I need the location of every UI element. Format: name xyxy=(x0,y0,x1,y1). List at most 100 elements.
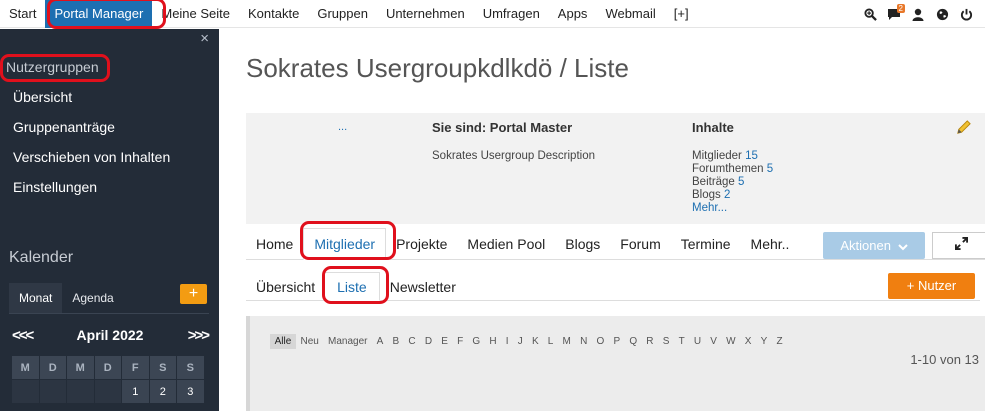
stat-value[interactable]: 2 xyxy=(724,189,730,201)
globe-icon[interactable] xyxy=(931,3,953,25)
nav-webmail[interactable]: Webmail xyxy=(596,0,664,28)
letter-filter-item[interactable]: W xyxy=(722,334,741,349)
letter-filter-item[interactable]: V xyxy=(706,334,722,349)
calendar-day[interactable]: 3 xyxy=(177,380,205,404)
user-icon[interactable] xyxy=(907,3,929,25)
calendar-grid: M D M D F S S 1 2 3 xyxy=(12,356,205,404)
pencil-icon[interactable] xyxy=(955,119,972,141)
letter-filter-item[interactable]: C xyxy=(404,334,420,349)
sidebar-item-verschieben[interactable]: Verschieben von Inhalten xyxy=(13,147,170,177)
letter-filter-item[interactable]: Manager xyxy=(323,334,372,349)
letter-filter-item[interactable]: Alle xyxy=(270,334,296,349)
letter-filter-item[interactable]: U xyxy=(689,334,705,349)
weekday-header: S xyxy=(177,356,205,380)
nav-start[interactable]: Start xyxy=(0,0,45,28)
calendar-divider xyxy=(9,313,209,314)
tab-mehr[interactable]: Mehr.. xyxy=(741,229,800,260)
tab-forum[interactable]: Forum xyxy=(610,229,670,260)
subtab-newsletter[interactable]: Newsletter xyxy=(380,273,465,301)
letter-filter: Alle Neu Manager A B C D E F G H I J K L M N O P Q R S T U V W X Y Z xyxy=(270,334,787,349)
add-user-button[interactable]: + Nutzer xyxy=(888,273,975,299)
letter-filter-item[interactable]: J xyxy=(513,334,527,349)
add-event-button[interactable]: + xyxy=(180,284,207,304)
nav-more[interactable]: [+] xyxy=(665,0,698,28)
letter-filter-item[interactable]: P xyxy=(609,334,625,349)
letter-filter-item[interactable]: D xyxy=(420,334,436,349)
letter-filter-item[interactable]: K xyxy=(527,334,543,349)
sidebar-item-gruppenantraege[interactable]: Gruppenanträge xyxy=(13,117,170,147)
nav-kontakte[interactable]: Kontakte xyxy=(239,0,308,28)
prev-month-icon[interactable]: <<< xyxy=(12,327,34,344)
pagination-info: 1-10 von 13 xyxy=(910,352,979,367)
expand-button[interactable] xyxy=(932,232,985,259)
nav-umfragen[interactable]: Umfragen xyxy=(474,0,549,28)
letter-filter-item[interactable]: S xyxy=(658,334,674,349)
tab-medien-pool[interactable]: Medien Pool xyxy=(457,229,555,260)
letter-filter-item[interactable]: R xyxy=(642,334,658,349)
role-label: Sie sind: Portal Master xyxy=(432,120,573,135)
chat-icon[interactable]: 2 xyxy=(883,3,905,25)
weekday-header: D xyxy=(39,356,67,380)
nav-unternehmen[interactable]: Unternehmen xyxy=(377,0,474,28)
expand-icon xyxy=(954,236,968,255)
letter-filter-item[interactable]: O xyxy=(592,334,609,349)
calendar-day[interactable]: 1 xyxy=(122,380,150,404)
weekday-header: D xyxy=(94,356,122,380)
letter-filter-item[interactable]: Y xyxy=(756,334,772,349)
nav-apps[interactable]: Apps xyxy=(549,0,597,28)
letter-filter-item[interactable]: G xyxy=(468,334,485,349)
stat-label: Beiträge xyxy=(692,176,735,188)
letter-filter-item[interactable]: A xyxy=(372,334,388,349)
letter-filter-item[interactable]: N xyxy=(575,334,591,349)
member-subtabs: Übersicht Liste Newsletter xyxy=(246,272,980,301)
weekday-header: M xyxy=(67,356,95,380)
sidebar-item-uebersicht[interactable]: Übersicht xyxy=(13,87,170,117)
sidebar: × Nutzergruppen Übersicht Gruppenanträge… xyxy=(0,29,219,411)
more-link[interactable]: Mehr... xyxy=(692,202,773,215)
tab-blogs[interactable]: Blogs xyxy=(555,229,610,260)
power-icon[interactable] xyxy=(955,3,977,25)
tab-home[interactable]: Home xyxy=(246,229,303,260)
letter-filter-item[interactable]: L xyxy=(543,334,558,349)
letter-filter-item[interactable]: Neu xyxy=(296,334,324,349)
contents-title: Inhalte xyxy=(692,120,734,135)
actions-button[interactable]: Aktionen xyxy=(823,232,925,259)
letter-filter-item[interactable]: X xyxy=(740,334,756,349)
nav-meine-seite[interactable]: Meine Seite xyxy=(152,0,239,28)
tab-termine[interactable]: Termine xyxy=(671,229,741,260)
nav-gruppen[interactable]: Gruppen xyxy=(308,0,377,28)
subtab-uebersicht[interactable]: Übersicht xyxy=(246,273,324,301)
page-title: Sokrates Usergroupkdlkdö / Liste xyxy=(246,53,629,83)
calendar-title: Kalender xyxy=(9,249,74,266)
tab-monat[interactable]: Monat xyxy=(9,283,63,313)
letter-filter-item[interactable]: E xyxy=(437,334,453,349)
letter-filter-item[interactable]: M xyxy=(558,334,576,349)
close-icon[interactable]: × xyxy=(200,30,209,47)
tab-agenda[interactable]: Agenda xyxy=(62,283,123,313)
stat-value[interactable]: 15 xyxy=(745,150,758,162)
letter-filter-item[interactable]: I xyxy=(501,334,513,349)
letter-filter-item[interactable]: H xyxy=(485,334,501,349)
letter-filter-item[interactable]: Z xyxy=(772,334,787,349)
group-logo-placeholder[interactable]: ... xyxy=(338,121,347,133)
calendar-day[interactable]: 2 xyxy=(149,380,177,404)
stat-value[interactable]: 5 xyxy=(738,176,744,188)
letter-filter-item[interactable]: B xyxy=(388,334,404,349)
sidebar-title: Nutzergruppen xyxy=(6,59,99,75)
weekday-header: S xyxy=(149,356,177,380)
nav-portal-manager[interactable]: Portal Manager xyxy=(45,0,153,28)
calendar-empty-cell xyxy=(12,380,40,404)
letter-filter-item[interactable]: F xyxy=(453,334,468,349)
tab-mitglieder[interactable]: Mitglieder xyxy=(303,228,387,260)
letter-filter-item[interactable]: T xyxy=(674,334,689,349)
stat-value[interactable]: 5 xyxy=(767,163,773,175)
letter-filter-item[interactable]: Q xyxy=(625,334,642,349)
sidebar-item-einstellungen[interactable]: Einstellungen xyxy=(13,177,170,207)
next-month-icon[interactable]: >>> xyxy=(188,327,210,344)
member-filter-panel: Alle Neu Manager A B C D E F G H I J K L M N O P Q R S T U V W X Y Z… xyxy=(246,316,985,411)
tab-projekte[interactable]: Projekte xyxy=(386,229,457,260)
stat-members: Mitglieder 15 xyxy=(692,150,773,163)
subtab-liste[interactable]: Liste xyxy=(324,272,380,301)
chevron-down-icon xyxy=(897,233,908,260)
search-zoom-icon[interactable] xyxy=(859,3,881,25)
